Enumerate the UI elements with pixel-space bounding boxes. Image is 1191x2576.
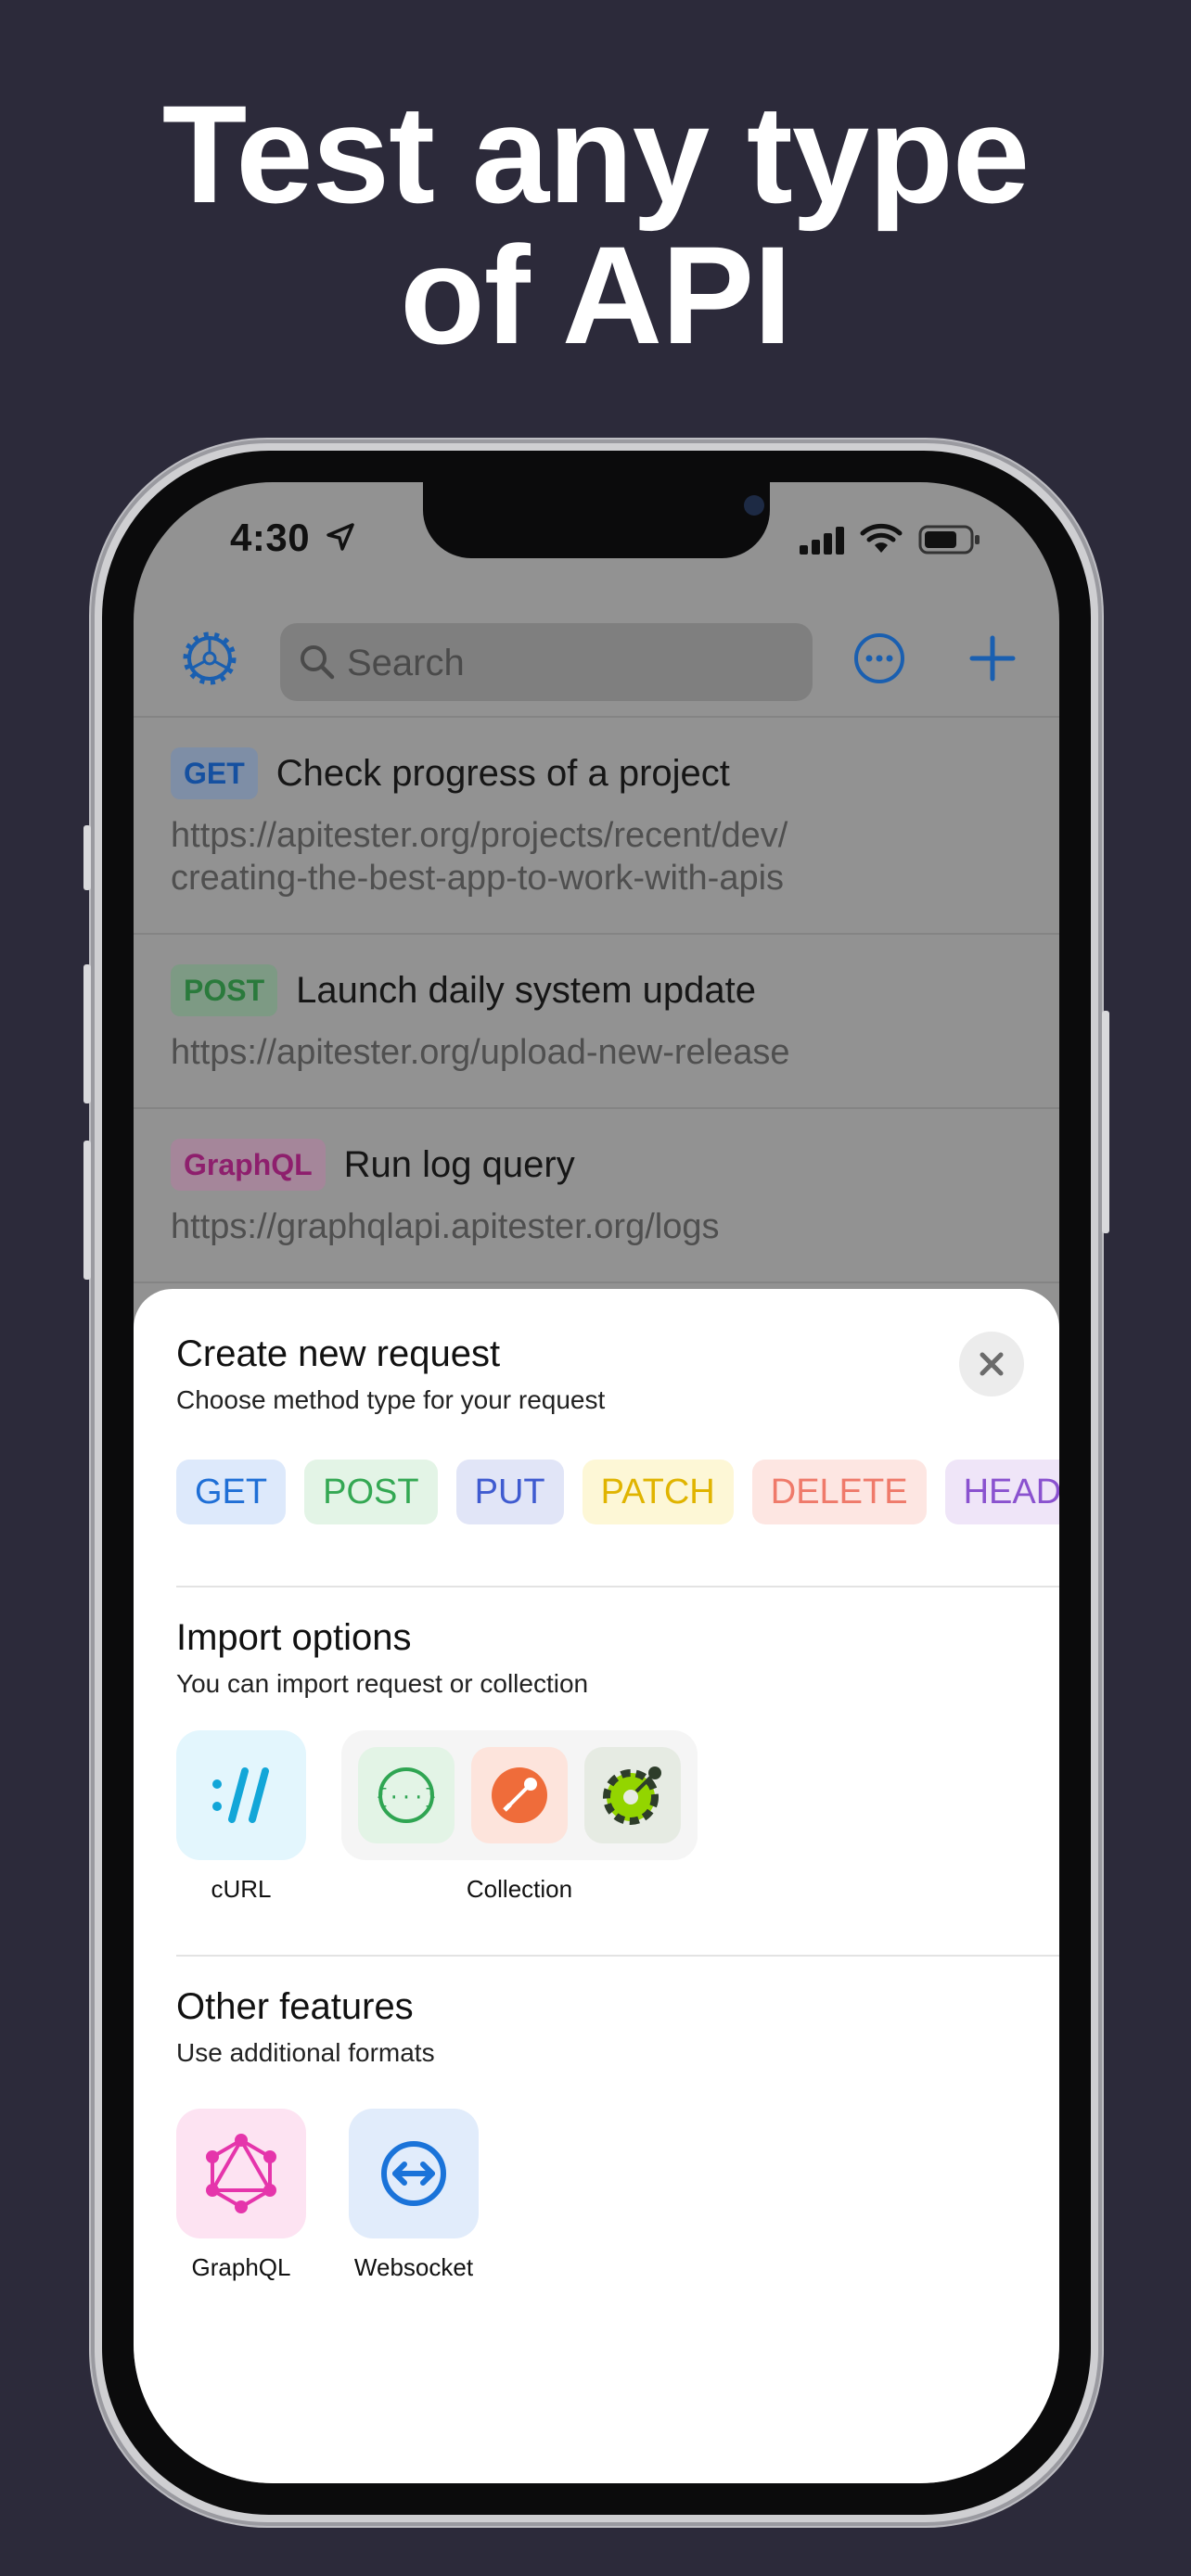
request-url-line-1: https://apitester.org/projects/recent/de…: [171, 816, 788, 855]
headline-line-2: of API: [400, 217, 792, 373]
websocket-button[interactable]: [349, 2109, 479, 2238]
plus-icon[interactable]: [965, 631, 1020, 686]
camera-notch: [423, 482, 770, 558]
search-bar[interactable]: [280, 623, 813, 701]
graphql-label: GraphQL: [191, 2253, 291, 2281]
wifi-icon: [860, 523, 903, 553]
create-request-subtitle: Choose method type for your request: [176, 1385, 606, 1414]
request-header: POST Launch daily system update: [171, 961, 1022, 1020]
search-input[interactable]: [345, 636, 794, 690]
phone-power-button: [1102, 1011, 1109, 1233]
close-icon: [980, 1352, 1004, 1376]
headline-line-1: Test any type: [161, 76, 1031, 232]
collection-import-group[interactable]: {···}: [341, 1730, 698, 1860]
import-options-title: Import options: [176, 1617, 412, 1658]
request-url: https://apitester.org/projects/recent/de…: [171, 814, 1022, 899]
postman-import-button[interactable]: [471, 1747, 568, 1843]
phone-screen: 4:30 Search GET Check progress of a proj…: [134, 482, 1059, 2483]
method-chip-get[interactable]: GET: [176, 1460, 287, 1524]
json-import-button[interactable]: {···}: [358, 1747, 455, 1843]
method-chip-row: GET POST PUT PATCH DELETE HEAD: [176, 1460, 1059, 1524]
request-list: GET Check progress of a project https://…: [134, 716, 1059, 1283]
postman-icon: [492, 1767, 547, 1823]
create-request-title: Create new request: [176, 1333, 501, 1374]
section-divider: [176, 1586, 1059, 1588]
curl-icon: [212, 1767, 269, 1823]
close-button[interactable]: [959, 1332, 1024, 1396]
location-arrow-icon: [327, 523, 354, 551]
import-options-subtitle: You can import request or collection: [176, 1669, 589, 1698]
request-title: Run log query: [343, 1143, 575, 1185]
request-title: Check progress of a project: [275, 752, 730, 794]
websocket-label: Websocket: [353, 2253, 474, 2281]
gear-icon[interactable]: [182, 631, 237, 686]
status-time: 4:30: [230, 516, 311, 559]
method-badge: GET: [171, 747, 258, 799]
list-item[interactable]: GET Check progress of a project https://…: [134, 716, 1059, 933]
section-divider: [176, 1955, 1059, 1957]
svg-text:{···}: {···}: [376, 1786, 437, 1809]
method-chip-patch[interactable]: PATCH: [582, 1460, 734, 1524]
ellipsis-circle-icon[interactable]: [852, 631, 907, 686]
other-features-subtitle: Use additional formats: [176, 2038, 435, 2067]
graphql-button[interactable]: [176, 2109, 306, 2238]
request-url: https://apitester.org/upload-new-release: [171, 1033, 790, 1072]
request-header: GraphQL Run log query: [171, 1135, 1022, 1194]
method-chip-head[interactable]: HEAD: [944, 1460, 1059, 1524]
method-chip-delete[interactable]: DELETE: [751, 1460, 927, 1524]
json-braces-icon: {···}: [376, 1767, 437, 1823]
collection-label: Collection: [466, 1875, 573, 1903]
list-item[interactable]: POST Launch daily system update https://…: [134, 933, 1059, 1107]
method-chip-put[interactable]: PUT: [455, 1460, 564, 1524]
phone-mute-switch: [83, 825, 91, 890]
openapi-import-button[interactable]: [584, 1747, 681, 1843]
method-chip-post[interactable]: POST: [304, 1460, 438, 1524]
method-badge: GraphQL: [171, 1139, 326, 1191]
request-url: https://graphqlapi.apitester.org/logs: [171, 1207, 720, 1246]
cellular-signal-icon: [800, 527, 844, 555]
request-url-line-2: creating-the-best-app-to-work-with-apis: [171, 859, 785, 898]
other-features-title: Other features: [176, 1986, 414, 2027]
list-item[interactable]: GraphQL Run log query https://graphqlapi…: [134, 1107, 1059, 1283]
phone-volume-up: [83, 964, 91, 1103]
graphql-icon: [206, 2134, 276, 2213]
front-camera: [744, 495, 764, 516]
headline: Test any type of API: [0, 83, 1191, 365]
battery-icon: [918, 525, 980, 555]
new-request-sheet: Create new request Choose method type fo…: [134, 1289, 1059, 2483]
request-header: GET Check progress of a project: [171, 744, 1022, 803]
search-icon: [301, 645, 335, 680]
websocket-icon: [381, 2141, 446, 2206]
curl-label: cURL: [211, 1875, 272, 1903]
method-badge: POST: [171, 964, 278, 1016]
toolbar: [134, 593, 1059, 723]
curl-button[interactable]: [176, 1730, 306, 1860]
phone-volume-down: [83, 1141, 91, 1280]
openapi-icon: [603, 1766, 661, 1825]
request-title: Launch daily system update: [296, 969, 756, 1011]
